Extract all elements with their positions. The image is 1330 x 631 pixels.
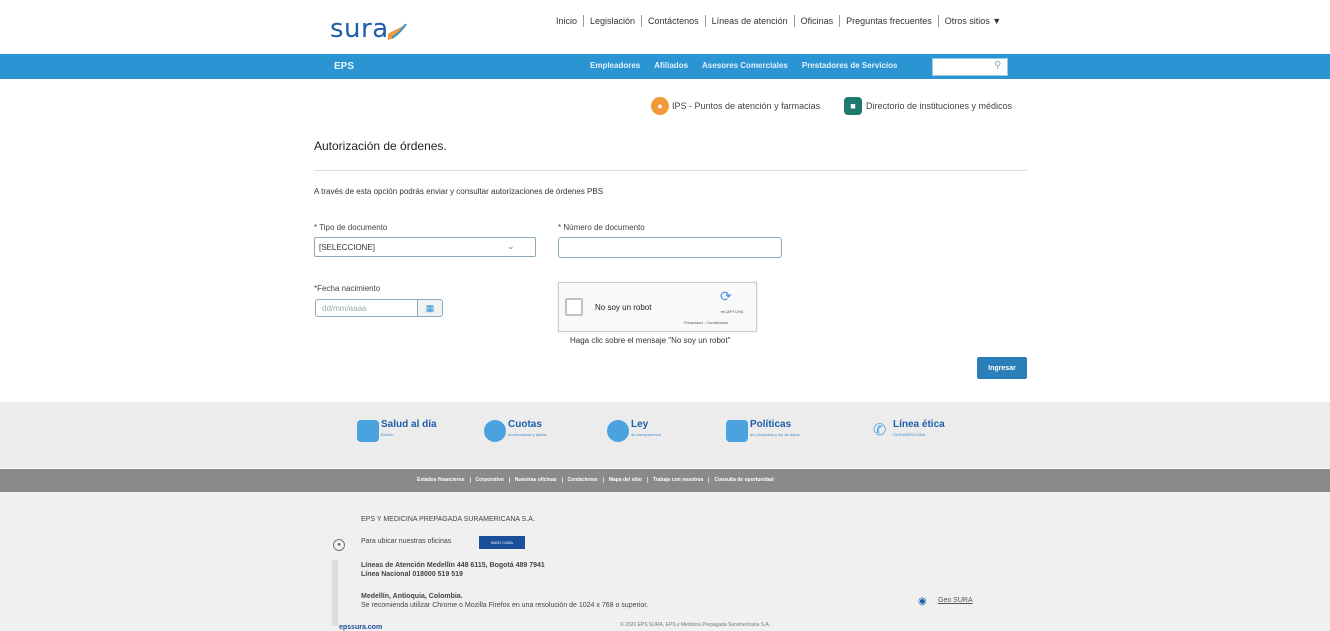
document-icon[interactable] [726,420,748,442]
audience-nav: Empleadores Afiliados Asesores Comercial… [590,61,911,70]
nav-preguntas[interactable]: Preguntas frecuentes [840,15,939,27]
politicas-link[interactable]: Políticas [750,419,791,430]
ingresar-button[interactable]: Ingresar [977,357,1027,379]
ley-sub: de transparencia [631,432,661,437]
geo-sura-link[interactable]: Geo SURA [938,597,973,604]
nav-contactenos[interactable]: Contáctenos [642,15,706,27]
copyright: © 2020 EPS SURA, EPS y Medicina Prepagad… [620,622,771,628]
footer-links-band [0,402,1330,468]
browser-recommendation: Se recomienda utilizar Chrome o Mozilla … [361,602,649,609]
nav-afiliados[interactable]: Afiliados [654,61,688,70]
footer-info [0,492,1330,631]
recaptcha-logo-icon: ⟳ [720,288,732,304]
vertical-watermark [332,560,338,626]
divider [314,170,1027,171]
eps-sura-logo[interactable]: epssura.com [339,624,382,631]
otros-sitios-label: Otros sitios [944,16,990,26]
chevron-down-icon: ⌄ [507,241,515,251]
nav-legislacion[interactable]: Legislación [584,15,643,27]
ips-link[interactable]: IPS - Puntos de atención y farmacias [672,101,820,111]
linea-etica-sub: SURAMERICANA [893,432,926,437]
nav-inicio[interactable]: Inicio [550,15,585,27]
directory-icon[interactable]: ■ [844,97,862,115]
nav-prestadores[interactable]: Prestadores de Servicios [802,61,898,70]
linea-nacional: Línea Nacional 018000 519 519 [361,571,463,578]
tipo-documento-select[interactable]: [SELECCIONE] [314,237,536,257]
ciudad: Medellín, Antioquia, Colombia. [361,593,463,600]
politicas-sub: de privacidad y ley de datos [750,432,800,437]
footer-nav-oficinas[interactable]: Nuestras oficinas [510,477,563,483]
cuotas-link[interactable]: Cuotas [508,419,542,430]
footer-nav-mapa[interactable]: Mapa del sitio [604,477,648,483]
footer-nav: Estados financieros Corporativo Nuestras… [412,477,779,483]
numero-documento-label: * Número de documento [558,223,645,232]
newsletter-icon[interactable] [357,420,379,442]
recaptcha-label: No soy un robot [595,303,652,312]
footer-nav-trabaje[interactable]: Trabaje con nosotros [648,477,710,483]
caret-down-icon: ▼ [992,16,1002,26]
captcha-hint: Haga clic sobre el mensaje "No soy un ro… [570,336,731,345]
nav-lineas[interactable]: Líneas de atención [706,15,795,27]
page-title: Autorización de órdenes. [314,139,447,153]
section-label[interactable]: EPS [334,61,354,72]
cuotas-sub: moderadoras y tarifas [508,432,547,437]
money-bag-icon[interactable] [484,420,506,442]
salud-al-dia-sub: Boletín [381,432,394,437]
recaptcha-brand: reCAPTCHA [720,309,744,314]
calendar-icon[interactable]: ▦ [418,299,443,317]
footer-nav-corporativo[interactable]: Corporativo [471,477,510,483]
search-icon[interactable]: ⚲ [994,60,1001,71]
nav-otros-sitios[interactable]: Otros sitios ▼ [939,15,1007,27]
nav-oficinas[interactable]: Oficinas [795,15,841,27]
logo-text: sura [330,14,389,44]
linea-etica-link[interactable]: Línea ética [893,419,945,430]
footer-nav-estados[interactable]: Estados financieros [412,477,471,483]
accessibility-icon[interactable]: ● [333,539,345,551]
ley-link[interactable]: Ley [631,419,648,430]
location-pin-icon[interactable]: ● [651,97,669,115]
salud-al-dia-link[interactable]: Salud al día [381,419,437,430]
fecha-nacimiento-label: *Fecha nacimiento [314,284,381,293]
nav-asesores[interactable]: Asesores Comerciales [702,61,788,70]
ubicar-text: Para ubicar nuestras oficinas [361,538,452,545]
footer-nav-contactenos[interactable]: Contáctenos [563,477,604,483]
numero-documento-input[interactable] [558,237,782,258]
geo-sura-icon[interactable]: ◉ [918,596,927,607]
footer-nav-consulta[interactable]: Consulta de oportunidad [709,477,778,483]
sura-logo-icon [388,23,407,40]
ubicame-button[interactable]: INGO CASA [479,536,525,549]
recaptcha-links[interactable]: Privacidad - Condiciones [684,320,728,325]
page-description: A través de esta opción podrás enviar y … [314,187,604,196]
phone-icon[interactable]: ✆ [873,420,886,440]
people-icon[interactable] [607,420,629,442]
fecha-nacimiento-input[interactable]: dd/mm/aaaa [315,299,418,317]
recaptcha-checkbox[interactable] [565,298,583,316]
tipo-documento-label: * Tipo de documento [314,223,388,232]
top-nav: Inicio Legislación Contáctenos Líneas de… [550,14,1007,28]
nav-empleadores[interactable]: Empleadores [590,61,640,70]
sura-logo[interactable]: sura [330,14,389,44]
company-name: EPS Y MEDICINA PREPAGADA SURAMERICANA S.… [361,516,535,523]
directory-link[interactable]: Directorio de instituciones y médicos [866,101,1012,111]
lineas-atencion: Líneas de Atención Medellín 448 6115, Bo… [361,562,545,569]
